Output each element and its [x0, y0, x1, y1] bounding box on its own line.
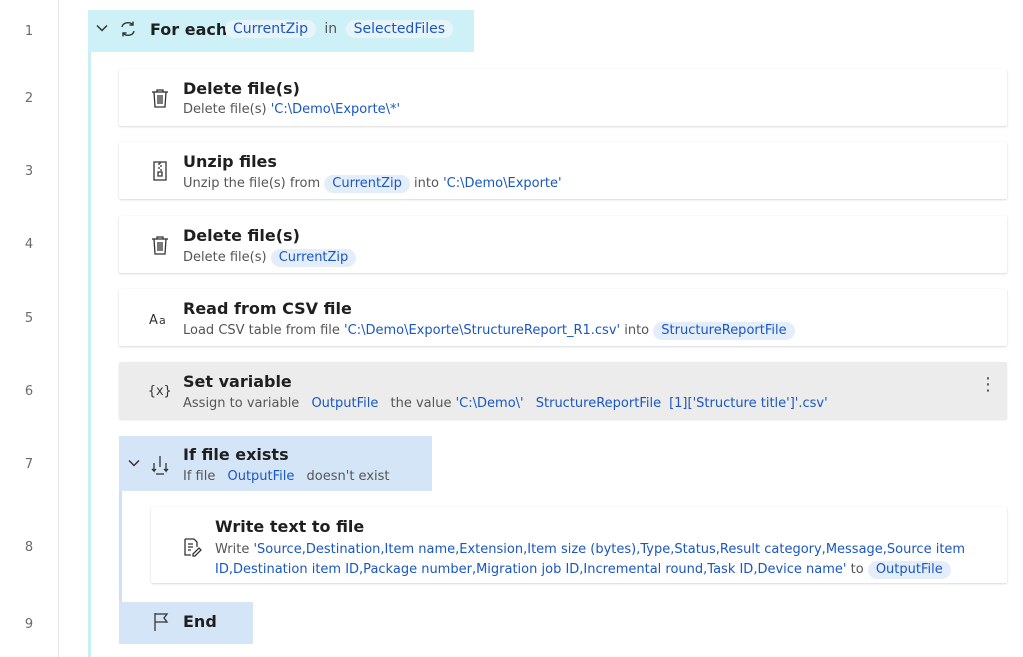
line-number: 1 [24, 24, 34, 39]
variable-pill: StructureReportFile [653, 322, 795, 340]
for-each-action[interactable]: For each CurrentZip in SelectedFiles [88, 10, 474, 52]
action-description: Assign to variable OutputFile the value … [183, 396, 828, 411]
loop-scope-bar [88, 52, 91, 657]
action-description: Unzip the file(s) from CurrentZip into '… [183, 175, 562, 193]
action-title: Write text to file [215, 517, 365, 536]
zip-icon [149, 160, 171, 182]
read-csv-action[interactable]: A a Read from CSV file Load CSV table fr… [119, 289, 1007, 346]
svg-text:A: A [149, 313, 158, 327]
branch-icon [149, 454, 171, 476]
trash-icon [149, 234, 171, 256]
line-number: 3 [24, 164, 34, 179]
line-number: 8 [24, 540, 34, 555]
if-file-exists-action[interactable]: If file exists If file OutputFile doesn'… [119, 436, 432, 491]
variable-pill: SelectedFiles [345, 20, 454, 38]
write-file-icon [181, 536, 203, 558]
action-title: End [183, 612, 217, 631]
action-title: If file exists [183, 445, 289, 464]
for-each-title: For each [150, 20, 228, 39]
text-format-icon: A a [147, 309, 173, 329]
action-title: Set variable [183, 372, 292, 391]
variable-pill: CurrentZip [324, 175, 410, 193]
svg-text:a: a [159, 314, 166, 327]
more-options-button[interactable]: ⋮ [979, 376, 997, 394]
line-number: 6 [24, 384, 34, 399]
variable-pill: OutputFile [311, 396, 379, 411]
action-title: Delete file(s) [183, 79, 300, 98]
variable-pill: CurrentZip [225, 20, 316, 38]
chevron-down-icon[interactable] [95, 21, 109, 39]
delete-files-action[interactable]: Delete file(s) Delete file(s) 'C:\Demo\E… [119, 69, 1007, 126]
variable-icon: {x} [147, 379, 173, 401]
chevron-down-icon[interactable] [127, 456, 141, 474]
write-text-action[interactable]: Write text to file Write 'Source,Destina… [151, 507, 1007, 583]
svg-text:{x}: {x} [148, 384, 171, 399]
string-literal: 'C:\Demo\Exporte\StructureReport_R1.csv' [344, 323, 621, 338]
string-literal: 'C:\Demo\Exporte\*' [270, 102, 401, 117]
in-keyword: in [324, 21, 338, 37]
action-description: Write 'Source,Destination,Item name,Exte… [215, 542, 966, 579]
trash-icon [149, 87, 171, 109]
line-number: 9 [24, 617, 34, 632]
end-action[interactable]: End [119, 602, 253, 644]
loop-icon [117, 18, 139, 40]
flag-icon [150, 611, 172, 633]
string-literal: 'C:\Demo\' [455, 396, 524, 411]
action-description: Delete file(s) 'C:\Demo\Exporte\*' [183, 102, 401, 117]
line-number: 4 [24, 237, 34, 252]
unzip-files-action[interactable]: Unzip files Unzip the file(s) from Curre… [119, 142, 1007, 199]
line-number: 5 [24, 311, 34, 326]
string-literal: 'C:\Demo\Exporte' [443, 176, 562, 191]
action-title: Read from CSV file [183, 299, 352, 318]
string-literal: [1]['Structure title']'.csv' [669, 396, 828, 411]
action-description: Load CSV table from file 'C:\Demo\Export… [183, 322, 795, 340]
action-description: If file OutputFile doesn't exist [183, 469, 390, 484]
delete-files-action[interactable]: Delete file(s) Delete file(s) CurrentZip [119, 216, 1007, 273]
line-number: 7 [24, 457, 34, 472]
line-number: 2 [24, 91, 34, 106]
variable-pill: OutputFile [227, 469, 295, 484]
for-each-params: CurrentZip in SelectedFiles [225, 20, 454, 38]
variable-pill: OutputFile [867, 561, 951, 579]
variable-pill: StructureReportFile [535, 396, 662, 411]
if-scope-bar [119, 490, 122, 604]
action-description: Delete file(s) CurrentZip [183, 249, 357, 267]
variable-pill: CurrentZip [270, 249, 357, 267]
set-variable-action[interactable]: {x} Set variable Assign to variable Outp… [119, 362, 1007, 419]
action-title: Unzip files [183, 152, 277, 171]
action-title: Delete file(s) [183, 226, 300, 245]
